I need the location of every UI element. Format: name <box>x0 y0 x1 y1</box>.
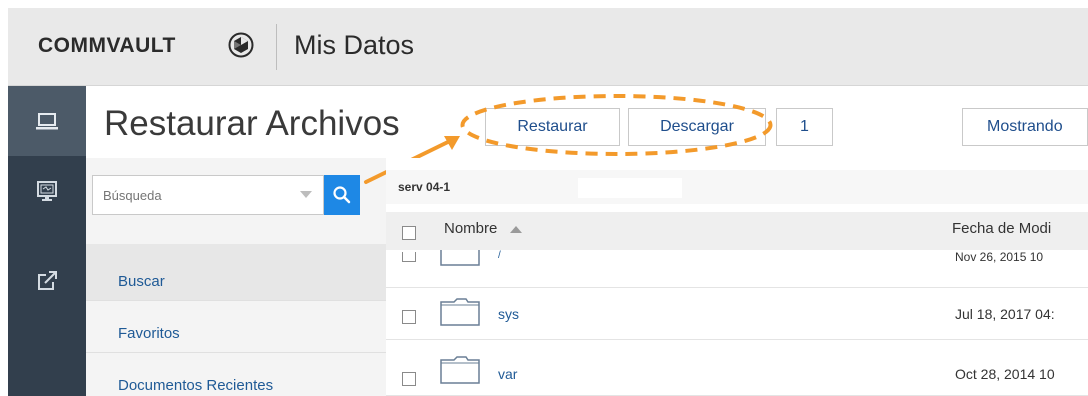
search-dropdown-caret-icon[interactable] <box>300 191 312 198</box>
rail-item-share[interactable] <box>8 246 86 316</box>
column-header-name[interactable]: Nombre <box>444 220 497 237</box>
row-checkbox[interactable] <box>402 310 416 324</box>
folder-icon <box>440 250 480 266</box>
select-all-checkbox[interactable] <box>402 226 416 240</box>
sort-ascending-icon[interactable] <box>510 226 522 233</box>
row-name[interactable]: sys <box>498 306 519 322</box>
laptop-icon <box>36 113 58 130</box>
breadcrumb-blank <box>578 178 682 198</box>
search-icon <box>333 186 351 204</box>
folder-icon <box>440 356 480 384</box>
rail-item-devices[interactable] <box>8 156 86 226</box>
share-icon <box>38 271 57 290</box>
search-input[interactable] <box>92 175 324 215</box>
breadcrumb-bar <box>386 170 1088 204</box>
showing-dropdown[interactable]: Mostrando <box>962 108 1088 146</box>
header-divider <box>276 24 277 70</box>
row-date: Nov 26, 2015 10 <box>955 250 1044 264</box>
restore-button[interactable]: Restaurar <box>485 108 620 146</box>
selected-count-badge[interactable]: 1 <box>776 108 833 146</box>
search-box <box>92 175 360 215</box>
app-title: Mis Datos <box>294 30 415 60</box>
rail-item-computers[interactable] <box>8 86 86 156</box>
row-date: Oct 28, 2014 10 <box>955 366 1055 382</box>
folder-icon <box>440 298 480 326</box>
left-rail <box>8 86 86 396</box>
row-checkbox[interactable] <box>402 372 416 386</box>
column-header-date[interactable]: Fecha de Modi <box>952 220 1051 237</box>
app-header: COMMVAULT Mis Datos <box>8 8 1088 86</box>
row-name[interactable]: var <box>498 366 517 382</box>
breadcrumb[interactable]: serv 04-1 <box>398 180 450 194</box>
nav-item-favoritos[interactable]: Favoritos <box>86 300 386 352</box>
monitor-icon <box>37 181 57 201</box>
search-button[interactable] <box>324 175 360 215</box>
nav-item-buscar[interactable]: Buscar <box>86 244 386 300</box>
nav-item-documentos-recientes[interactable]: Documentos Recientes <box>86 352 386 396</box>
row-name[interactable]: / <box>498 250 501 261</box>
page-title: Restaurar Archivos <box>104 104 400 143</box>
commvault-logo-icon <box>228 32 254 58</box>
row-checkbox[interactable] <box>402 252 416 262</box>
download-button[interactable]: Descargar <box>628 108 766 146</box>
brand-logo-text: COMMVAULT <box>38 34 176 57</box>
row-date: Jul 18, 2017 04: <box>955 306 1055 322</box>
